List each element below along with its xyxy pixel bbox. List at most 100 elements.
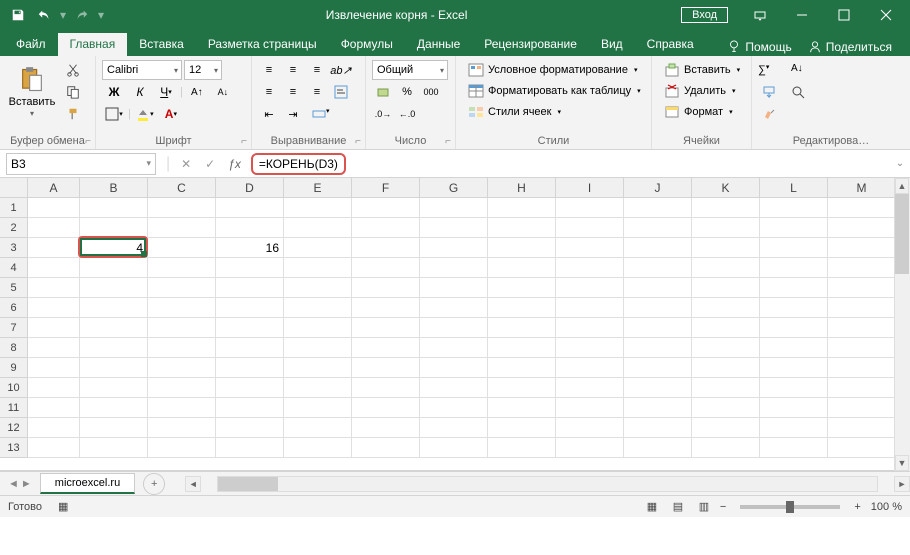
zoom-slider[interactable] (740, 505, 840, 509)
cell-J2[interactable] (624, 218, 692, 238)
normal-view-button[interactable]: ▦ (642, 499, 662, 515)
column-header-E[interactable]: E (284, 178, 352, 198)
cell-M2[interactable] (828, 218, 896, 238)
cell-I3[interactable] (556, 238, 624, 258)
cell-B9[interactable] (80, 358, 148, 378)
cell-D3[interactable]: 16 (216, 238, 284, 258)
decrease-decimal-button[interactable]: ←.0 (396, 104, 418, 124)
qat-customize[interactable]: ▾ (98, 8, 104, 22)
column-header-M[interactable]: M (828, 178, 896, 198)
cell-E8[interactable] (284, 338, 352, 358)
cell-C5[interactable] (148, 278, 216, 298)
cell-C10[interactable] (148, 378, 216, 398)
login-button[interactable]: Вход (681, 7, 728, 23)
cell-M6[interactable] (828, 298, 896, 318)
cell-C7[interactable] (148, 318, 216, 338)
cell-F13[interactable] (352, 438, 420, 458)
vscroll-track[interactable] (895, 194, 910, 455)
column-header-I[interactable]: I (556, 178, 624, 198)
cell-M3[interactable] (828, 238, 896, 258)
cell-M4[interactable] (828, 258, 896, 278)
cell-H8[interactable] (488, 338, 556, 358)
cell-E1[interactable] (284, 198, 352, 218)
cell-I1[interactable] (556, 198, 624, 218)
cell-M9[interactable] (828, 358, 896, 378)
cell-F3[interactable] (352, 238, 420, 258)
cell-H3[interactable] (488, 238, 556, 258)
cell-L11[interactable] (760, 398, 828, 418)
row-header-4[interactable]: 4 (0, 258, 28, 278)
cell-E4[interactable] (284, 258, 352, 278)
cell-K7[interactable] (692, 318, 760, 338)
row-header-3[interactable]: 3 (0, 238, 28, 258)
cell-G4[interactable] (420, 258, 488, 278)
select-all-corner[interactable] (0, 178, 28, 198)
cell-E13[interactable] (284, 438, 352, 458)
cell-G8[interactable] (420, 338, 488, 358)
cell-B1[interactable] (80, 198, 148, 218)
cell-B5[interactable] (80, 278, 148, 298)
cell-G5[interactable] (420, 278, 488, 298)
cell-E12[interactable] (284, 418, 352, 438)
column-header-J[interactable]: J (624, 178, 692, 198)
cell-C1[interactable] (148, 198, 216, 218)
ribbon-options-button[interactable] (740, 0, 780, 30)
macro-recorder-icon[interactable]: ▦ (58, 500, 68, 513)
cell-I8[interactable] (556, 338, 624, 358)
cell-K5[interactable] (692, 278, 760, 298)
cell-K6[interactable] (692, 298, 760, 318)
column-header-B[interactable]: B (80, 178, 148, 198)
cell-E6[interactable] (284, 298, 352, 318)
tab-file[interactable]: Файл (4, 33, 58, 56)
cell-J1[interactable] (624, 198, 692, 218)
cell-K9[interactable] (692, 358, 760, 378)
sheet-next-button[interactable]: ► (21, 478, 32, 490)
delete-cells-button[interactable]: Удалить▾ (658, 81, 742, 101)
cell-F4[interactable] (352, 258, 420, 278)
zoom-out-button[interactable]: − (720, 501, 726, 513)
cell-E7[interactable] (284, 318, 352, 338)
cell-I13[interactable] (556, 438, 624, 458)
format-as-table-button[interactable]: Форматировать как таблицу▾ (462, 81, 647, 101)
cell-I7[interactable] (556, 318, 624, 338)
cell-I12[interactable] (556, 418, 624, 438)
cell-D13[interactable] (216, 438, 284, 458)
cell-D4[interactable] (216, 258, 284, 278)
cell-J10[interactable] (624, 378, 692, 398)
cell-A4[interactable] (28, 258, 80, 278)
borders-button[interactable]: ▾ (102, 104, 126, 124)
cell-D1[interactable] (216, 198, 284, 218)
cell-L3[interactable] (760, 238, 828, 258)
name-box[interactable]: B3 (6, 153, 156, 175)
cell-J8[interactable] (624, 338, 692, 358)
cell-E11[interactable] (284, 398, 352, 418)
column-header-L[interactable]: L (760, 178, 828, 198)
cell-K4[interactable] (692, 258, 760, 278)
cell-A8[interactable] (28, 338, 80, 358)
zoom-thumb[interactable] (786, 501, 794, 513)
cell-I5[interactable] (556, 278, 624, 298)
cell-B10[interactable] (80, 378, 148, 398)
cell-K1[interactable] (692, 198, 760, 218)
cell-F2[interactable] (352, 218, 420, 238)
cell-K11[interactable] (692, 398, 760, 418)
sort-filter-button[interactable]: А↓ (784, 60, 812, 80)
cell-G12[interactable] (420, 418, 488, 438)
cell-H6[interactable] (488, 298, 556, 318)
zoom-level[interactable]: 100 % (871, 501, 902, 513)
tab-help[interactable]: Справка (635, 33, 706, 56)
zoom-in-button[interactable]: + (854, 501, 860, 513)
cell-D11[interactable] (216, 398, 284, 418)
cell-J12[interactable] (624, 418, 692, 438)
column-header-A[interactable]: A (28, 178, 80, 198)
minimize-button[interactable] (782, 0, 822, 30)
tab-review[interactable]: Рецензирование (472, 33, 589, 56)
cell-C2[interactable] (148, 218, 216, 238)
cell-G6[interactable] (420, 298, 488, 318)
cell-D9[interactable] (216, 358, 284, 378)
cell-E5[interactable] (284, 278, 352, 298)
tab-insert[interactable]: Вставка (127, 33, 196, 56)
font-name-combo[interactable]: Calibri (102, 60, 182, 80)
tab-data[interactable]: Данные (405, 33, 472, 56)
add-sheet-button[interactable]: + (143, 473, 165, 495)
